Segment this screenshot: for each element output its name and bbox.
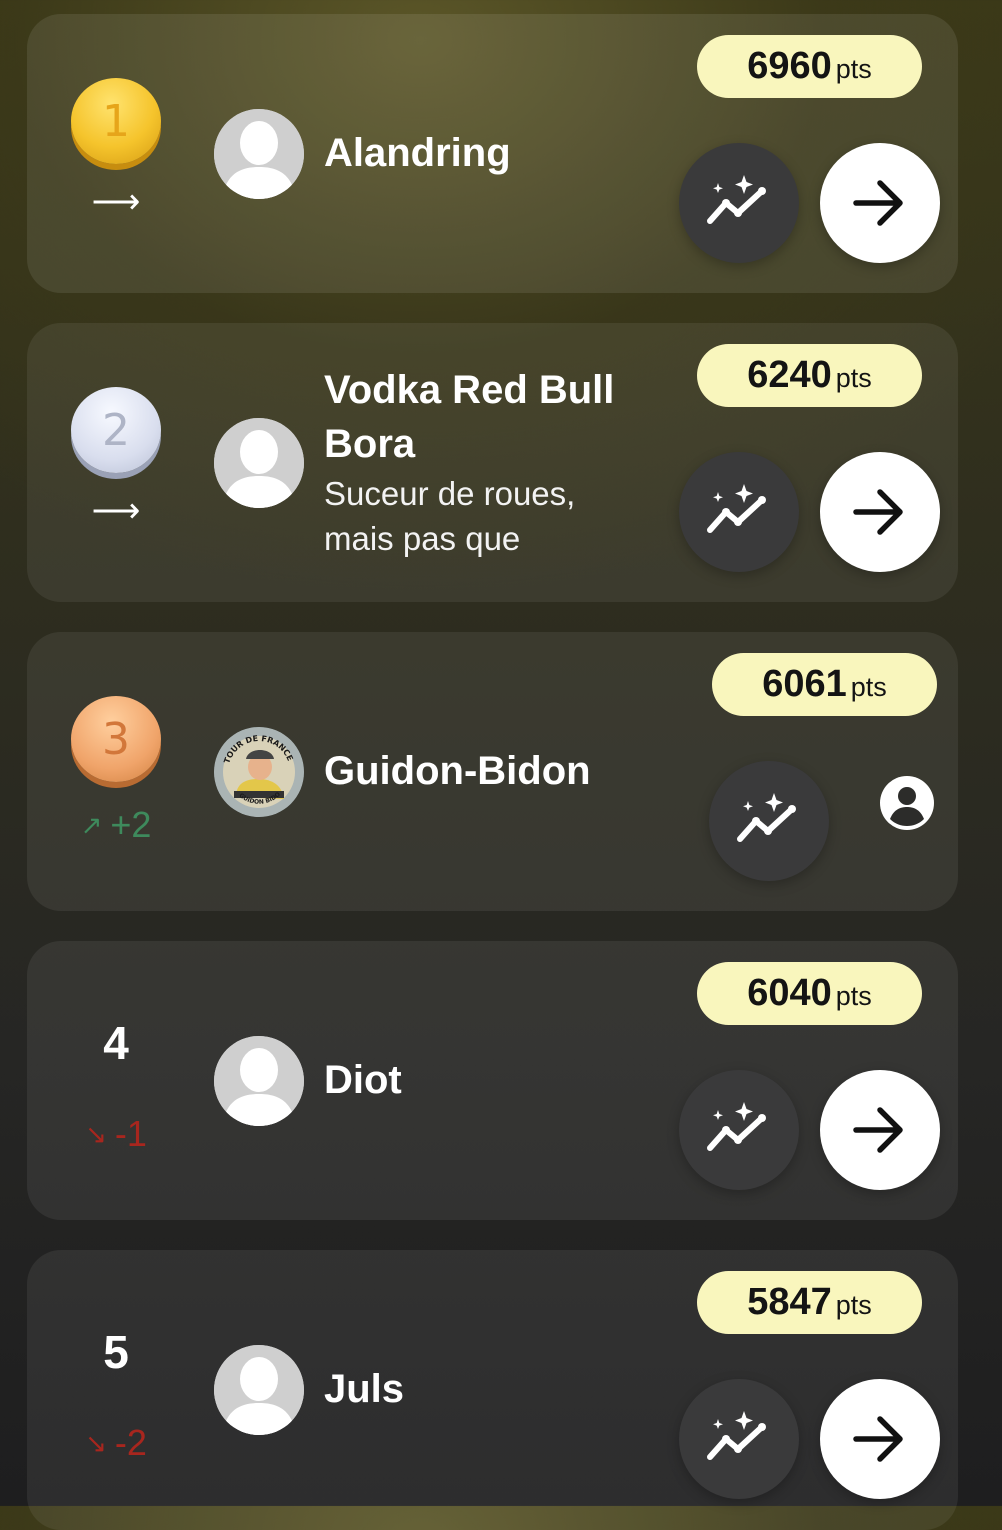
trend-same-icon: ⟶ — [91, 183, 141, 221]
arrow-right-icon — [853, 1107, 903, 1153]
points-unit: pts — [835, 981, 872, 1011]
rank-trend: ↘ -1 — [51, 1113, 181, 1155]
player-name-line-2: Bora — [324, 422, 416, 466]
player-name-line-1: Vodka Red Bull — [324, 368, 615, 412]
rank-column: 3 ↗ +2 — [71, 632, 161, 911]
player-subtitle-line-2: mais pas que — [324, 520, 521, 557]
rank-column: 4 ↘ -1 — [71, 941, 161, 1220]
points-unit: pts — [835, 54, 872, 84]
player-name: Juls — [324, 1367, 405, 1411]
points-unit: pts — [850, 672, 887, 702]
points-value: 6061 — [762, 663, 847, 705]
leaderboard-row[interactable]: 2 ⟶ Vodka Red Bull Bora Suceur de roues,… — [27, 323, 958, 602]
stats-button[interactable] — [679, 452, 799, 572]
rank-column: 5 ↘ -2 — [71, 1250, 161, 1530]
rank-trend: ↗ +2 — [51, 804, 181, 846]
points-value: 6240 — [747, 354, 832, 396]
trend-value: -2 — [114, 1422, 147, 1463]
trend-up-icon: ↗ — [80, 810, 103, 840]
points-value: 6040 — [747, 972, 832, 1014]
arrow-right-icon — [853, 180, 903, 226]
go-to-player-button[interactable] — [820, 452, 940, 572]
rank-number: 1 — [102, 95, 130, 147]
arrow-right-icon — [853, 489, 903, 535]
rank-trend: ⟶ — [51, 491, 181, 531]
avatar[interactable] — [214, 418, 304, 508]
leaderboard-row[interactable]: 3 ↗+2 TOUR DE FRANCE GUIDON BIDON Guidon… — [27, 632, 958, 911]
leaderboard-row[interactable]: 5 ↘ -2 Juls 5847 pts — [27, 1250, 958, 1530]
stats-button[interactable] — [679, 1070, 799, 1190]
points-badge: 6061 pts — [712, 653, 937, 716]
trend-down-icon: ↘ — [85, 1119, 107, 1149]
points-unit: pts — [835, 1290, 872, 1320]
rank-column: 1 ⟶ — [71, 14, 161, 293]
gold-medal-icon: 1 — [71, 78, 161, 164]
points-value: 6960 — [747, 45, 832, 87]
trend-value: +2 — [110, 804, 152, 845]
sparkle-trend-icon — [707, 484, 766, 533]
points-value: 5847 — [747, 1281, 832, 1323]
trend-value: -1 — [114, 1113, 147, 1154]
sparkle-trend-icon — [737, 793, 796, 842]
bronze-medal-icon: 3 — [71, 696, 161, 782]
player-name: Guidon-Bidon — [324, 749, 591, 793]
trend-down-icon: ↘ — [85, 1428, 107, 1458]
arrow-right-icon — [853, 1416, 903, 1462]
rank-number: 2 — [102, 404, 130, 456]
go-to-player-button[interactable] — [820, 143, 940, 263]
points-badge: 6240 pts — [697, 344, 922, 407]
rank-number: 5 — [103, 1326, 129, 1378]
points-badge: 6960 pts — [697, 35, 922, 98]
silver-medal-icon: 2 — [71, 387, 161, 473]
avatar[interactable]: TOUR DE FRANCE GUIDON BIDON — [214, 727, 304, 817]
avatar[interactable] — [214, 109, 304, 199]
sparkle-trend-icon — [707, 1411, 766, 1460]
rank-column: 2 ⟶ — [71, 323, 161, 602]
stats-button[interactable] — [679, 143, 799, 263]
user-profile-icon[interactable] — [879, 775, 935, 831]
sparkle-trend-icon — [707, 175, 766, 224]
rank-number: 4 — [103, 1017, 129, 1069]
player-name: Diot — [324, 1058, 402, 1102]
points-badge: 5847 pts — [697, 1271, 922, 1334]
stats-button[interactable] — [709, 761, 829, 881]
leaderboard-row[interactable]: 4 ↘ -1 Diot 6040 pts — [27, 941, 958, 1220]
avatar[interactable] — [214, 1345, 304, 1435]
go-to-player-button[interactable] — [820, 1379, 940, 1499]
points-badge: 6040 pts — [697, 962, 922, 1025]
leaderboard-row[interactable]: 1 ⟶ Alandring 6960 pts — [27, 14, 958, 293]
rank-number: 3 — [102, 713, 130, 765]
trend-same-icon: ⟶ — [91, 492, 141, 530]
avatar[interactable] — [214, 1036, 304, 1126]
stats-button[interactable] — [679, 1379, 799, 1499]
rank-trend: ⟶ — [51, 182, 181, 222]
go-to-player-button[interactable] — [820, 1070, 940, 1190]
rank-trend: ↘ -2 — [51, 1422, 181, 1464]
player-subtitle-line-1: Suceur de roues, — [324, 475, 576, 512]
sparkle-trend-icon — [707, 1102, 766, 1151]
points-unit: pts — [835, 363, 872, 393]
player-name: Alandring — [324, 131, 511, 175]
